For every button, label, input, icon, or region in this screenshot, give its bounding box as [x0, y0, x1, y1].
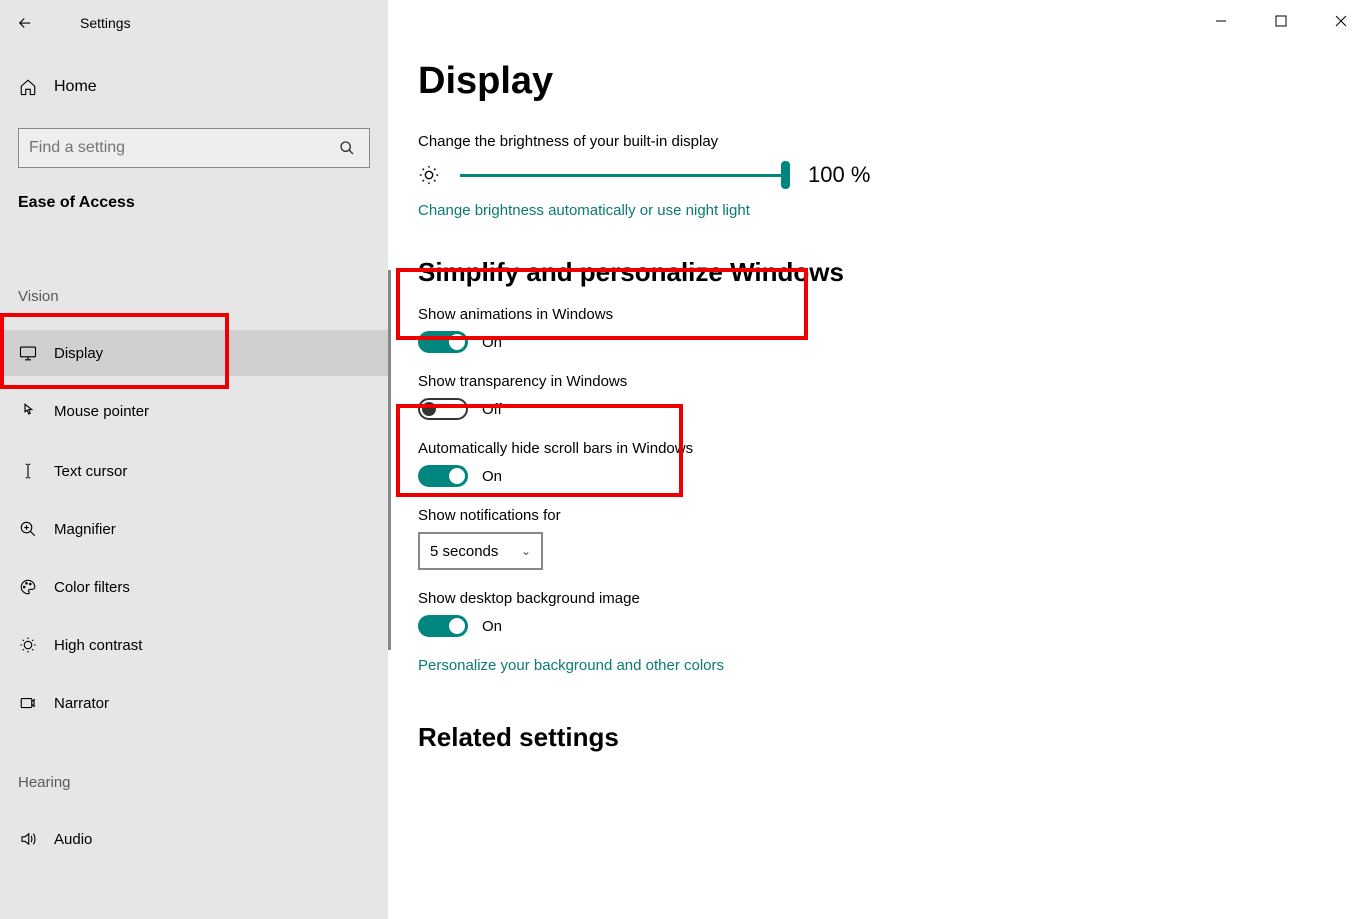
- brightness-value: 100 %: [808, 162, 870, 188]
- chevron-down-icon: ⌄: [521, 544, 531, 558]
- home-icon: [18, 78, 38, 96]
- sidebar-item-mouse[interactable]: Mouse pointer: [0, 388, 388, 434]
- notifications-value: 5 seconds: [430, 543, 498, 560]
- scrollbars-state: On: [482, 468, 502, 485]
- setting-notifications: Show notifications for 5 seconds ⌄: [418, 507, 1328, 570]
- scrollbars-toggle[interactable]: [418, 465, 468, 487]
- narrator-icon: [18, 694, 38, 712]
- notifications-label: Show notifications for: [418, 507, 1328, 524]
- transparency-toggle[interactable]: [418, 398, 468, 420]
- setting-animations: Show animations in Windows On: [418, 306, 1328, 353]
- contrast-icon: [18, 636, 38, 654]
- sidebar-item-label: Magnifier: [54, 521, 116, 538]
- search-box[interactable]: [18, 128, 370, 168]
- monitor-icon: [18, 344, 38, 362]
- sidebar-item-display[interactable]: Display: [0, 330, 388, 376]
- scroll-indicator[interactable]: [388, 270, 391, 650]
- sidebar-home[interactable]: Home: [18, 78, 97, 96]
- sidebar: Settings Home Ease of Access Vision Disp…: [0, 0, 388, 919]
- scrollbars-label: Automatically hide scroll bars in Window…: [418, 440, 1328, 457]
- sun-icon: [418, 164, 442, 186]
- brightness-slider[interactable]: [460, 165, 790, 185]
- background-state: On: [482, 618, 502, 635]
- text-cursor-icon: [18, 462, 38, 480]
- setting-scrollbars: Automatically hide scroll bars in Window…: [418, 440, 1328, 487]
- sidebar-item-label: Text cursor: [54, 463, 127, 480]
- search-icon: [339, 140, 359, 156]
- setting-transparency: Show transparency in Windows Off: [418, 373, 1328, 420]
- titlebar: Settings: [0, 0, 388, 45]
- speaker-icon: [18, 830, 38, 848]
- pointer-icon: [18, 402, 38, 420]
- brightness-link[interactable]: Change brightness automatically or use n…: [418, 202, 1328, 219]
- magnifier-icon: [18, 520, 38, 538]
- background-label: Show desktop background image: [418, 590, 1328, 607]
- category-title: Ease of Access: [18, 194, 135, 212]
- transparency-label: Show transparency in Windows: [418, 373, 1328, 390]
- section-header-hearing: Hearing: [18, 774, 71, 791]
- search-input[interactable]: [29, 139, 339, 157]
- back-button[interactable]: [0, 0, 50, 45]
- maximize-button[interactable]: [1264, 8, 1298, 34]
- sidebar-item-label: Audio: [54, 831, 92, 848]
- animations-label: Show animations in Windows: [418, 306, 1328, 323]
- sidebar-item-cursor[interactable]: Text cursor: [0, 448, 388, 494]
- related-settings-title: Related settings: [418, 722, 1328, 753]
- sidebar-item-label: Narrator: [54, 695, 109, 712]
- sidebar-item-label: Color filters: [54, 579, 130, 596]
- section-header-vision: Vision: [18, 288, 59, 305]
- app-title: Settings: [80, 15, 131, 31]
- sidebar-item-label: High contrast: [54, 637, 142, 654]
- notifications-dropdown[interactable]: 5 seconds ⌄: [418, 532, 543, 570]
- content: Display Change the brightness of your bu…: [418, 60, 1328, 771]
- sidebar-item-contrast[interactable]: High contrast: [0, 622, 388, 668]
- main-pane: Display Change the brightness of your bu…: [388, 0, 1368, 919]
- close-button[interactable]: [1324, 8, 1358, 34]
- sidebar-item-audio[interactable]: Audio: [0, 816, 388, 862]
- animations-toggle[interactable]: [418, 331, 468, 353]
- brightness-label: Change the brightness of your built-in d…: [418, 133, 1328, 150]
- sidebar-item-magnifier[interactable]: Magnifier: [0, 506, 388, 552]
- section-simplify-title: Simplify and personalize Windows: [418, 257, 1328, 288]
- sidebar-item-color[interactable]: Color filters: [0, 564, 388, 610]
- sidebar-item-label: Mouse pointer: [54, 403, 149, 420]
- sidebar-item-narrator[interactable]: Narrator: [0, 680, 388, 726]
- window-controls: [1204, 8, 1358, 34]
- background-toggle[interactable]: [418, 615, 468, 637]
- palette-icon: [18, 578, 38, 596]
- personalize-link[interactable]: Personalize your background and other co…: [418, 657, 1328, 674]
- home-label: Home: [54, 78, 97, 96]
- minimize-button[interactable]: [1204, 8, 1238, 34]
- sidebar-item-label: Display: [54, 345, 103, 362]
- transparency-state: Off: [482, 401, 502, 418]
- setting-background: Show desktop background image On: [418, 590, 1328, 637]
- page-title: Display: [418, 60, 1328, 103]
- brightness-row: 100 %: [418, 162, 1328, 188]
- animations-state: On: [482, 334, 502, 351]
